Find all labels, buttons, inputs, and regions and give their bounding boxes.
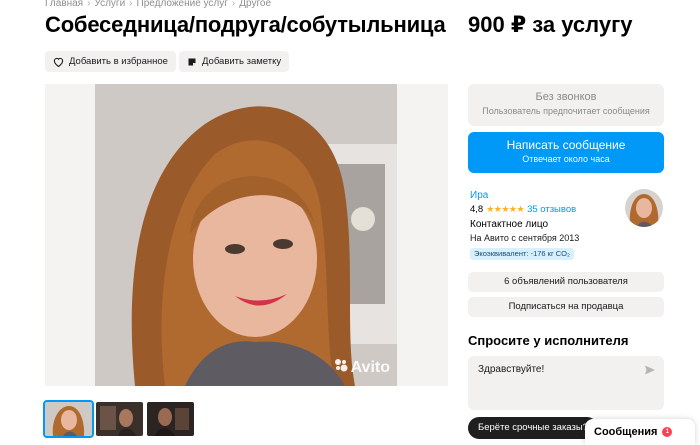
urgent-orders-promo[interactable]: Берёте срочные заказы?: [468, 417, 598, 439]
seller-name-link[interactable]: Ира: [470, 190, 488, 201]
breadcrumb-separator: ›: [231, 0, 236, 9]
avito-watermark-text: Avito: [350, 358, 390, 376]
avito-watermark: Avito: [333, 357, 390, 378]
seller-listings-button[interactable]: 6 объявлений пользователя: [468, 272, 664, 292]
listing-price: 900 ₽ за услугу: [468, 12, 633, 37]
messages-badge: 1: [662, 427, 673, 437]
reviews-link[interactable]: 35 отзывов: [527, 204, 576, 215]
ask-section-title: Спросите у исполнителя: [468, 333, 629, 348]
seller-rating: 4,8 ★★★★★ 35 отзывов: [470, 204, 576, 215]
breadcrumb-separator: ›: [129, 0, 133, 9]
rating-stars-icon: ★★★★★: [486, 204, 525, 214]
ask-message-text: Здравствуйте!: [478, 364, 545, 375]
thumbnail-3[interactable]: [147, 402, 194, 436]
add-to-favorites-button[interactable]: Добавить в избранное: [45, 51, 176, 72]
send-icon[interactable]: [644, 363, 656, 381]
breadcrumb-services[interactable]: Услуги: [94, 0, 125, 9]
breadcrumb-home[interactable]: Главная: [45, 0, 83, 9]
seller-since: На Авито с сентября 2013: [470, 233, 580, 243]
messages-widget[interactable]: Сообщения 1: [585, 419, 695, 445]
seller-type: Контактное лицо: [470, 219, 549, 230]
breadcrumb-separator: ›: [87, 0, 91, 9]
breadcrumb: Главная › Услуги › Предложение услуг › Д…: [45, 0, 271, 9]
seller-avatar[interactable]: [625, 189, 663, 227]
add-to-favorites-label: Добавить в избранное: [69, 56, 168, 67]
breadcrumb-other[interactable]: Другое: [239, 0, 271, 9]
add-note-button[interactable]: Добавить заметку: [179, 51, 290, 72]
no-calls-title: Без звонков: [535, 91, 597, 103]
no-calls-subtitle: Пользователь предпочитает сообщения: [482, 106, 650, 116]
listing-title: Собеседница/подруга/собутыльница: [45, 12, 446, 37]
thumbnail-2[interactable]: [96, 402, 143, 436]
messages-label: Сообщения: [594, 426, 658, 438]
add-note-label: Добавить заметку: [202, 56, 282, 67]
response-time-label: Отвечает около часа: [522, 154, 610, 164]
ask-message-input[interactable]: Здравствуйте!: [468, 356, 664, 410]
heart-icon: [53, 57, 64, 67]
main-photo[interactable]: Avito: [45, 84, 448, 386]
rating-value: 4,8: [470, 204, 484, 215]
write-message-button[interactable]: Написать сообщение Отвечает около часа: [468, 132, 664, 173]
note-icon: [187, 57, 197, 67]
breadcrumb-service-offers[interactable]: Предложение услуг: [137, 0, 228, 9]
thumbnail-1[interactable]: [43, 400, 94, 438]
no-calls-notice: Без звонков Пользователь предпочитает со…: [468, 84, 664, 126]
eco-badge[interactable]: Экоэквивалент: -176 кг CO₂: [470, 248, 574, 260]
subscribe-seller-button[interactable]: Подписаться на продавца: [468, 297, 664, 317]
avito-logo-icon: [333, 357, 349, 378]
listing-photo-image: [95, 84, 397, 386]
write-message-label: Написать сообщение: [506, 138, 626, 152]
photo-thumbnails: [43, 400, 194, 438]
